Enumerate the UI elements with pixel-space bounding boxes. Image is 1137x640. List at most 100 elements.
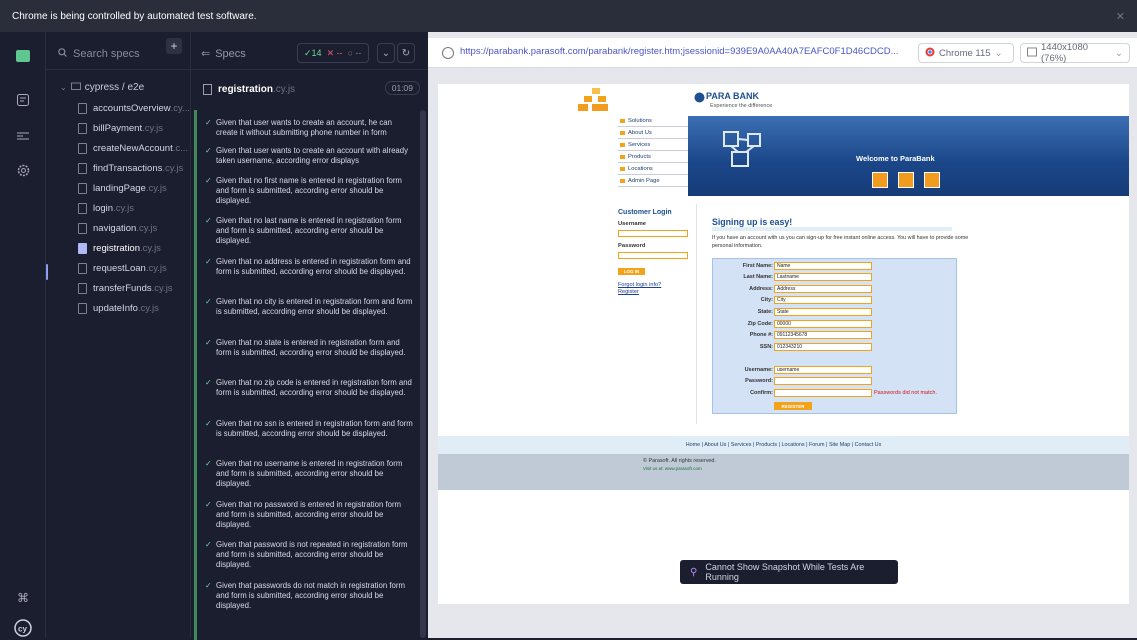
forgot-login-link[interactable]: Forgot login info?	[618, 282, 661, 288]
rerun-button[interactable]: ↻	[397, 43, 415, 63]
chrome-icon	[925, 47, 935, 60]
signup-intro: If you have an account with us you can s…	[712, 235, 969, 249]
test-item[interactable]: ✓ Given that no zip code is entered in re…	[205, 378, 415, 398]
registration-form: First Name: Name Last Name: Lastname Add…	[712, 258, 957, 414]
username-field-label: Username:	[744, 367, 773, 373]
login-button[interactable]: LOG IN	[618, 268, 645, 275]
reporter-scrollbar[interactable]	[420, 110, 426, 638]
active-spec-indicator	[46, 264, 48, 280]
parabank-tagline: Experience the difference	[710, 103, 773, 109]
menu-item-admin-page[interactable]: Admin Page	[618, 176, 688, 187]
spec-item-active[interactable]: registration .cy.js	[78, 240, 190, 256]
spec-item[interactable]: accountsOverview .cy...	[78, 100, 190, 116]
home-icon[interactable]	[872, 172, 888, 188]
test-item[interactable]: ✓ Given that no username is entered in re…	[205, 459, 415, 490]
browser-select[interactable]: Chrome 115 ⌄	[918, 43, 1014, 63]
file-icon	[78, 282, 87, 294]
login-password-input[interactable]	[618, 252, 688, 259]
settings-icon[interactable]	[13, 160, 33, 180]
spec-item[interactable]: navigation .cy.js	[78, 220, 190, 236]
folder-label: cypress / e2e	[84, 82, 145, 93]
viewport-select[interactable]: 1440x1080 (76%) ⌄	[1020, 42, 1130, 64]
about-icon[interactable]	[898, 172, 914, 188]
spec-item[interactable]: createNewAccount .c...	[78, 140, 190, 156]
spec-duration: 01:09	[384, 81, 420, 95]
specs-back-icon[interactable]: ⇐	[201, 47, 210, 60]
customer-login-title: Customer Login	[618, 209, 672, 216]
ssn-field[interactable]: 012343210	[774, 343, 872, 351]
address-field[interactable]: Address	[774, 285, 872, 293]
snapshot-toast: ⚲ Cannot Show Snapshot While Tests Are R…	[680, 560, 898, 584]
parabank-logo[interactable]: PARA BANK	[706, 91, 759, 101]
spec-item[interactable]: updateInfo .cy.js	[78, 300, 190, 316]
confirm-field[interactable]	[774, 389, 872, 397]
spec-item[interactable]: login .cy.js	[78, 200, 190, 216]
test-item[interactable]: ✓ Given that password is not repeated in …	[205, 540, 415, 571]
menu-item-solutions[interactable]: Solutions	[618, 116, 688, 127]
spec-item[interactable]: requestLoan .cy.js	[78, 260, 190, 276]
test-item[interactable]: ✓ Given that user wants to create an acco…	[205, 146, 415, 166]
password-field-label: Password:	[745, 378, 773, 384]
check-icon: ✓	[205, 419, 212, 428]
test-item[interactable]: ✓ Given that no ssn is entered in registr…	[205, 419, 415, 439]
login-username-input[interactable]	[618, 230, 688, 237]
city-field[interactable]: City	[774, 296, 872, 304]
file-icon	[203, 83, 212, 95]
folder-row[interactable]: ⌄ cypress / e2e	[60, 82, 144, 93]
menu-item-locations[interactable]: Locations	[618, 164, 688, 175]
automation-banner-text: Chrome is being controlled by automated …	[12, 10, 257, 22]
contact-icon[interactable]	[924, 172, 940, 188]
file-icon	[78, 122, 87, 134]
footer-links[interactable]: Home | About Us | Services | Products | …	[438, 436, 1129, 454]
zip-code-field[interactable]: 00000	[774, 320, 872, 328]
spec-item[interactable]: findTransactions .cy.js	[78, 160, 190, 176]
selector-playground-icon[interactable]	[442, 47, 454, 59]
test-item[interactable]: ✓ Given that no state is entered in regis…	[205, 338, 415, 358]
search-input[interactable]: Search specs	[73, 48, 140, 60]
test-item[interactable]: ✓ Given that no city is entered in regist…	[205, 297, 415, 317]
keyboard-shortcuts-icon[interactable]: ⌘	[13, 588, 33, 608]
chevron-down-icon: ⌄	[381, 47, 391, 59]
check-icon: ✓	[205, 459, 212, 468]
file-icon	[78, 162, 87, 174]
password-field[interactable]	[774, 377, 872, 385]
register-link[interactable]: Register	[618, 289, 639, 295]
test-item[interactable]: ✓ Given that passwords do not match in re…	[205, 581, 415, 612]
spec-item[interactable]: transferFunds .cy.js	[78, 280, 190, 296]
check-icon: ✓	[205, 540, 212, 549]
first-name-field[interactable]: Name	[774, 262, 872, 270]
side-nav-rail: ⌘ cy	[0, 32, 46, 638]
runs-icon[interactable]	[13, 90, 33, 110]
add-spec-button[interactable]: +	[166, 38, 182, 54]
test-item[interactable]: ✓ Given that no first name is entered in …	[205, 176, 415, 207]
spec-item[interactable]: billPayment .cy.js	[78, 120, 190, 136]
state-field[interactable]: State	[774, 308, 872, 316]
test-item[interactable]: ✓ Given that no address is entered in reg…	[205, 257, 415, 277]
test-item[interactable]: ✓ Given that user wants to create an acco…	[205, 118, 415, 138]
username-field[interactable]: username	[774, 366, 872, 374]
menu-item-services[interactable]: Services	[618, 140, 688, 151]
test-item[interactable]: ✓ Given that no last name is entered in r…	[205, 216, 415, 247]
spec-item[interactable]: landingPage .cy.js	[78, 180, 190, 196]
check-icon: ✓	[205, 581, 212, 590]
viewport-icon	[1027, 47, 1037, 60]
network-graphic	[723, 131, 761, 167]
menu-item-about-us[interactable]: About Us	[618, 128, 688, 139]
file-icon	[78, 142, 87, 154]
test-item[interactable]: ✓ Given that no password is entered in re…	[205, 500, 415, 531]
phone-field[interactable]: 09112345678	[774, 331, 872, 339]
url-text[interactable]: https://parabank.parasoft.com/parabank/r…	[460, 46, 908, 62]
check-icon: ✓	[205, 176, 212, 185]
debug-icon[interactable]	[13, 126, 33, 146]
check-icon: ✓	[205, 338, 212, 347]
expand-toggle-button[interactable]: ⌄	[377, 43, 395, 63]
address-label: Address:	[749, 286, 773, 292]
pending-count: ○ --	[347, 48, 362, 58]
menu-item-products[interactable]: Products	[618, 152, 688, 163]
close-icon[interactable]: ✕	[1116, 10, 1125, 23]
cypress-logo-icon[interactable]: cy	[13, 618, 33, 638]
url-bar: https://parabank.parasoft.com/parabank/r…	[428, 38, 1137, 68]
specs-icon[interactable]	[13, 46, 33, 66]
last-name-field[interactable]: Lastname	[774, 273, 872, 281]
register-button[interactable]: REGISTER	[774, 402, 812, 410]
